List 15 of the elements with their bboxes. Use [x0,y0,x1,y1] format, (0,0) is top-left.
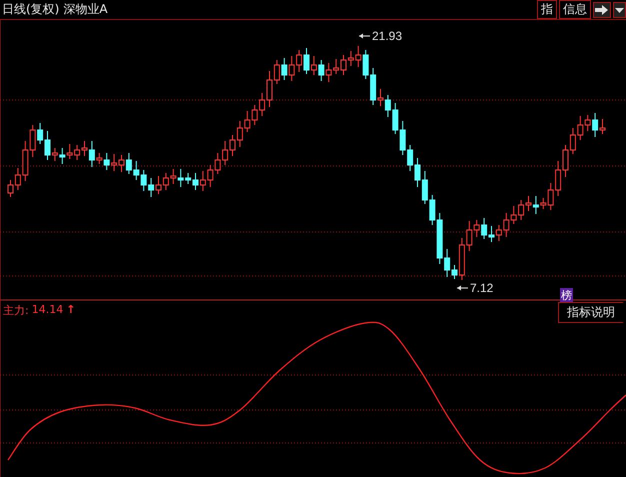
toolbar-button[interactable]: 指 [537,0,557,19]
trend-arrow: ↑ [66,303,76,318]
indicator-value: 14.14 [32,303,64,318]
dropdown-icon[interactable] [613,2,626,18]
indicator-name: 主力: [3,303,29,318]
high-marker-arrow [358,34,370,38]
high-price-label: 21.93 [372,29,402,43]
period-label[interactable]: 日线(复权) [0,1,60,18]
low-marker-arrow [456,286,468,290]
security-name: 深物业A [62,1,108,18]
indicator-help-button[interactable]: 指标说明 [558,302,623,323]
ranking-badge[interactable]: 榜 [560,288,573,303]
toolbar-button[interactable]: 信息 [559,0,591,19]
arrow-right-icon[interactable] [593,2,611,18]
low-price-label: 7.12 [470,281,494,295]
